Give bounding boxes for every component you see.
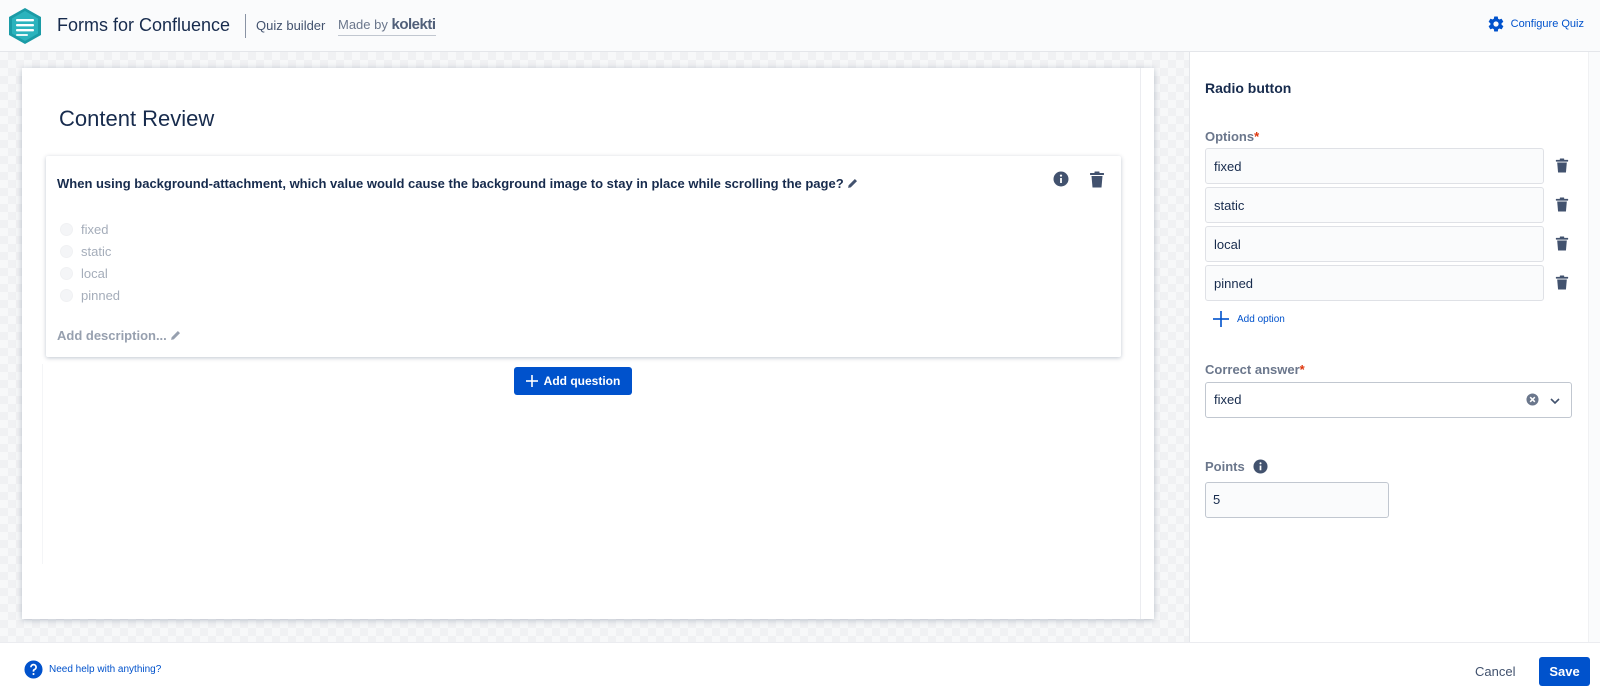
made-by-link[interactable]: Made by kolekti xyxy=(338,16,436,36)
pencil-icon[interactable] xyxy=(847,178,858,189)
option-label: pinned xyxy=(81,287,121,303)
chevron-down-icon[interactable] xyxy=(1549,395,1561,407)
question-circle-icon xyxy=(24,660,43,679)
add-description-label: Add description... xyxy=(57,328,167,343)
form-title[interactable]: Content Review xyxy=(59,106,214,132)
option-input-static[interactable] xyxy=(1205,187,1544,223)
paper-edge xyxy=(1140,68,1141,619)
trash-icon[interactable] xyxy=(1555,197,1569,212)
option-input-fixed[interactable] xyxy=(1205,148,1544,184)
plus-icon xyxy=(1213,311,1229,327)
trash-icon[interactable] xyxy=(1555,236,1569,251)
save-button[interactable]: Save xyxy=(1539,657,1590,686)
question-text[interactable]: When using background-attachment, which … xyxy=(57,176,858,191)
properties-panel: Radio button Options* Add option Correct… xyxy=(1189,52,1600,642)
info-icon[interactable] xyxy=(1253,459,1268,474)
correct-answer-label: Correct answer* xyxy=(1205,362,1305,377)
points-input[interactable]: 5 xyxy=(1205,482,1389,518)
required-mark: * xyxy=(1299,362,1305,377)
option-input-local[interactable] xyxy=(1205,226,1544,262)
made-by-prefix: Made by xyxy=(338,17,388,32)
pencil-icon[interactable] xyxy=(170,330,181,341)
radio-icon[interactable] xyxy=(60,222,73,236)
plus-icon xyxy=(525,375,538,387)
header-divider xyxy=(245,14,246,38)
correct-answer-label-text: Correct answer xyxy=(1205,362,1300,377)
option-row[interactable]: local xyxy=(60,262,120,284)
clear-icon[interactable] xyxy=(1526,393,1539,406)
mode-label: Quiz builder xyxy=(256,18,326,33)
points-label-text: Points xyxy=(1205,459,1245,474)
trash-icon[interactable] xyxy=(1555,158,1569,173)
radio-icon[interactable] xyxy=(60,244,73,258)
gear-icon xyxy=(1488,16,1503,32)
panel-scrollbar[interactable] xyxy=(1588,52,1600,642)
question-options: fixed static local pinned xyxy=(60,218,120,306)
add-option-button[interactable]: Add option xyxy=(1212,310,1285,328)
help-link[interactable]: Need help with anything? xyxy=(24,660,161,679)
option-row[interactable]: static xyxy=(60,240,120,262)
add-question-label: Add question xyxy=(543,374,621,388)
add-description[interactable]: Add description... xyxy=(57,328,181,343)
trash-icon[interactable] xyxy=(1555,275,1569,290)
option-row[interactable]: pinned xyxy=(60,284,120,306)
info-icon[interactable] xyxy=(1053,171,1069,187)
option-input-pinned[interactable] xyxy=(1205,265,1544,301)
option-label: fixed xyxy=(81,221,109,237)
question-card[interactable]: When using background-attachment, which … xyxy=(46,156,1121,357)
options-label-text: Options xyxy=(1205,129,1255,144)
configure-quiz-label: Configure Quiz xyxy=(1510,18,1584,30)
configure-quiz-button[interactable]: Configure Quiz xyxy=(1487,15,1584,33)
correct-answer-value: fixed xyxy=(1214,392,1242,407)
form-paper: Content Review When using background-att… xyxy=(22,68,1154,619)
required-mark: * xyxy=(1254,129,1260,144)
add-option-label: Add option xyxy=(1237,313,1285,325)
app-header: Forms for Confluence Quiz builder Made b… xyxy=(0,0,1600,52)
footer: Need help with anything? Cancel Save xyxy=(0,642,1600,691)
points-label: Points xyxy=(1205,459,1268,474)
question-label: When using background-attachment, which … xyxy=(57,176,844,191)
panel-title: Radio button xyxy=(1205,80,1292,96)
trash-icon[interactable] xyxy=(1089,171,1105,188)
radio-icon[interactable] xyxy=(60,266,73,280)
app-title: Forms for Confluence xyxy=(57,15,231,35)
forms-logo-icon xyxy=(9,8,41,44)
builder-canvas: Content Review When using background-att… xyxy=(0,52,1189,642)
add-question-button[interactable]: Add question xyxy=(514,367,632,395)
option-label: static xyxy=(81,243,112,259)
radio-icon[interactable] xyxy=(60,288,73,302)
option-label: local xyxy=(81,265,108,281)
options-label: Options* xyxy=(1205,129,1259,144)
brand-logo: kolekti xyxy=(391,16,437,33)
help-label: Need help with anything? xyxy=(49,664,162,675)
option-row[interactable]: fixed xyxy=(60,218,120,240)
correct-answer-select[interactable]: fixed xyxy=(1205,382,1572,418)
cancel-button[interactable]: Cancel xyxy=(1463,657,1527,687)
